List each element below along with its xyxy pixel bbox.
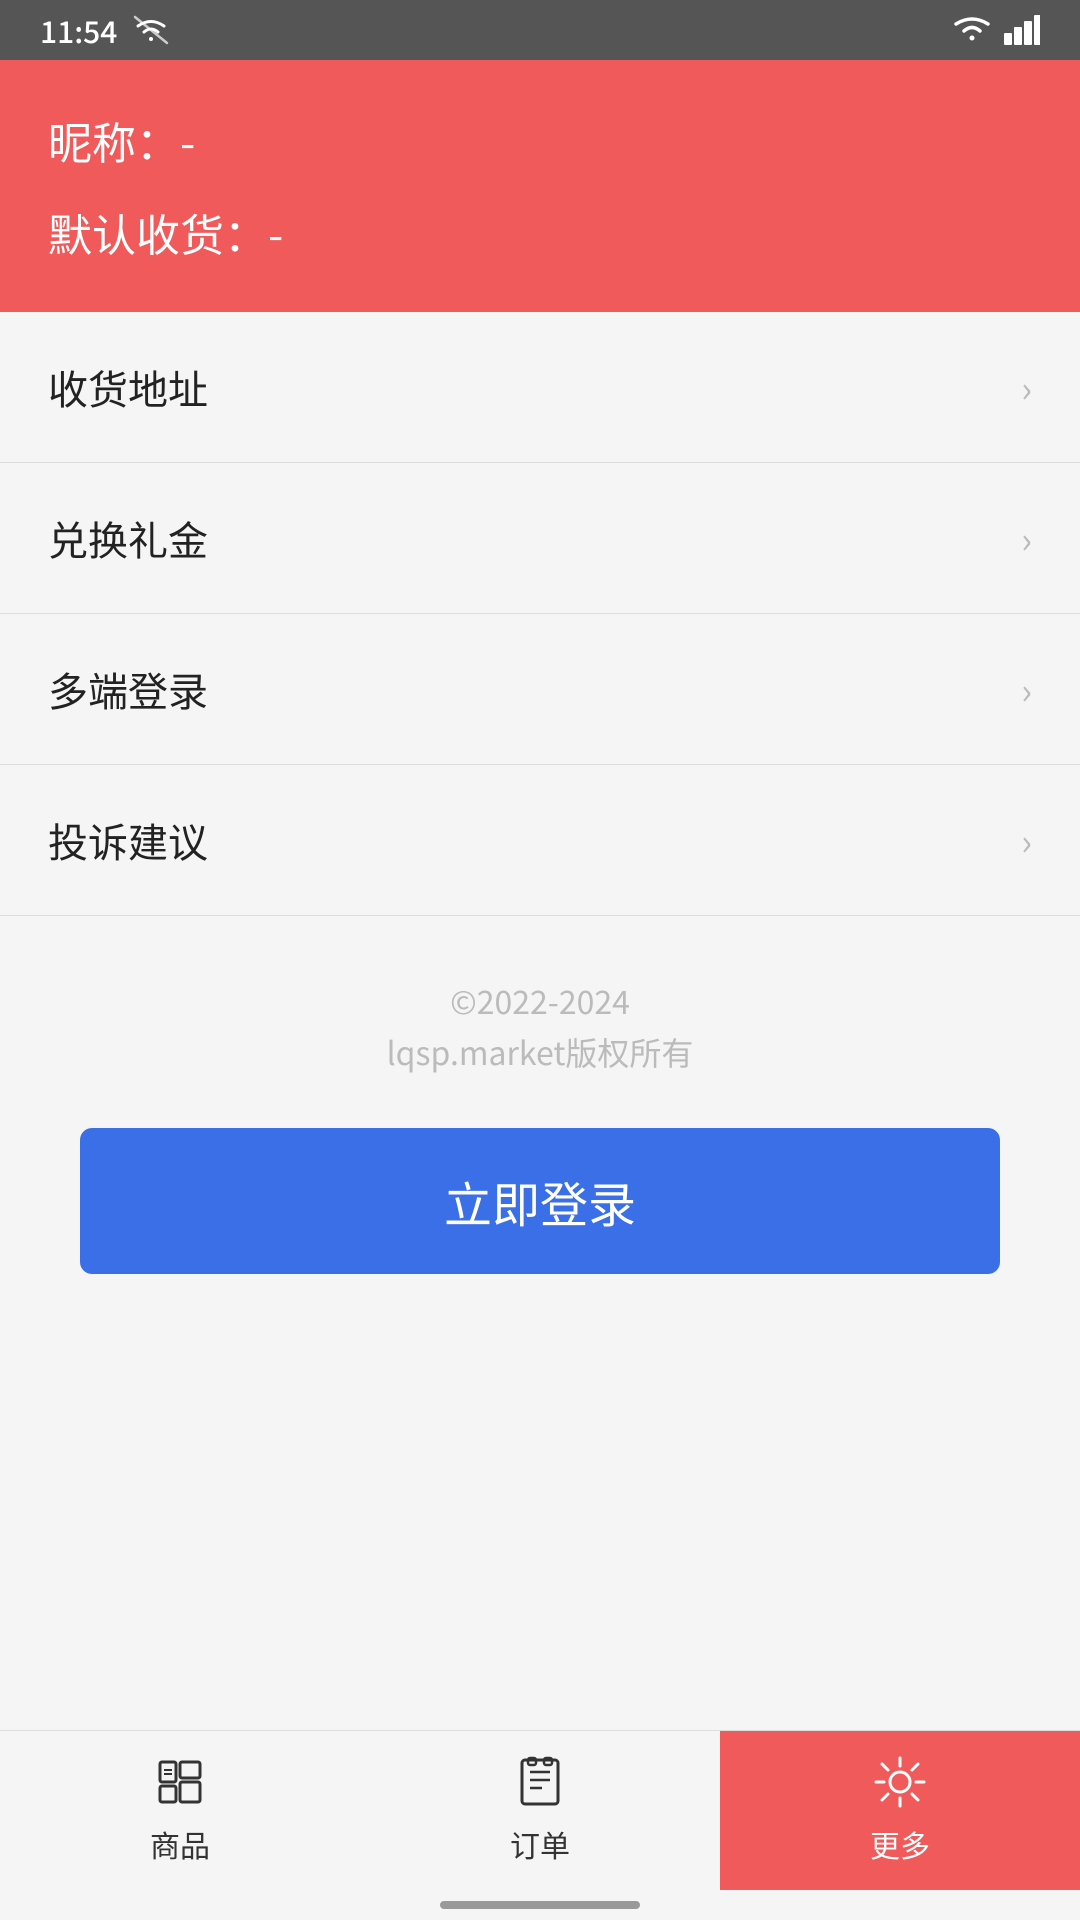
status-bar: 11:54 <box>0 0 1080 60</box>
header: 昵称：- 默认收货：- <box>0 60 1080 312</box>
status-time: 11:54 <box>40 8 117 52</box>
content-spacer <box>0 1334 1080 1730</box>
login-button[interactable]: 立即登录 <box>80 1128 1000 1274</box>
nav-item-more[interactable]: 更多 <box>720 1731 1080 1890</box>
nav-label-orders: 订单 <box>510 1822 570 1866</box>
more-icon <box>874 1756 926 1812</box>
header-nickname: 昵称：- <box>48 108 1032 172</box>
chevron-right-icon: › <box>1021 512 1032 564</box>
orders-icon <box>514 1756 566 1812</box>
menu-item-redeem-gift[interactable]: 兑换礼金 › <box>0 463 1080 614</box>
products-icon <box>154 1756 206 1812</box>
chevron-right-icon: › <box>1021 663 1032 715</box>
copyright: ©2022-2024 lqsp.market版权所有 <box>0 916 1080 1128</box>
menu-item-multi-login[interactable]: 多端登录 › <box>0 614 1080 765</box>
chevron-right-icon: › <box>1021 361 1032 413</box>
home-indicator-bar <box>440 1901 640 1909</box>
menu-item-shipping-address[interactable]: 收货地址 › <box>0 312 1080 463</box>
menu-list: 收货地址 › 兑换礼金 › 多端登录 › 投诉建议 › <box>0 312 1080 916</box>
signal-icon <box>1004 15 1040 45</box>
nav-item-orders[interactable]: 订单 <box>360 1731 720 1890</box>
header-address: 默认收货：- <box>48 200 1032 264</box>
login-button-wrapper: 立即登录 <box>0 1128 1080 1334</box>
wifi-filled-icon <box>952 15 992 45</box>
nav-label-products: 商品 <box>150 1822 210 1866</box>
menu-item-complaints[interactable]: 投诉建议 › <box>0 765 1080 916</box>
nav-label-more: 更多 <box>870 1822 930 1866</box>
home-indicator <box>0 1890 1080 1920</box>
bottom-nav: 商品 订单 <box>0 1730 1080 1890</box>
wifi-icon <box>133 15 169 45</box>
nav-item-products[interactable]: 商品 <box>0 1731 360 1890</box>
chevron-right-icon: › <box>1021 814 1032 866</box>
